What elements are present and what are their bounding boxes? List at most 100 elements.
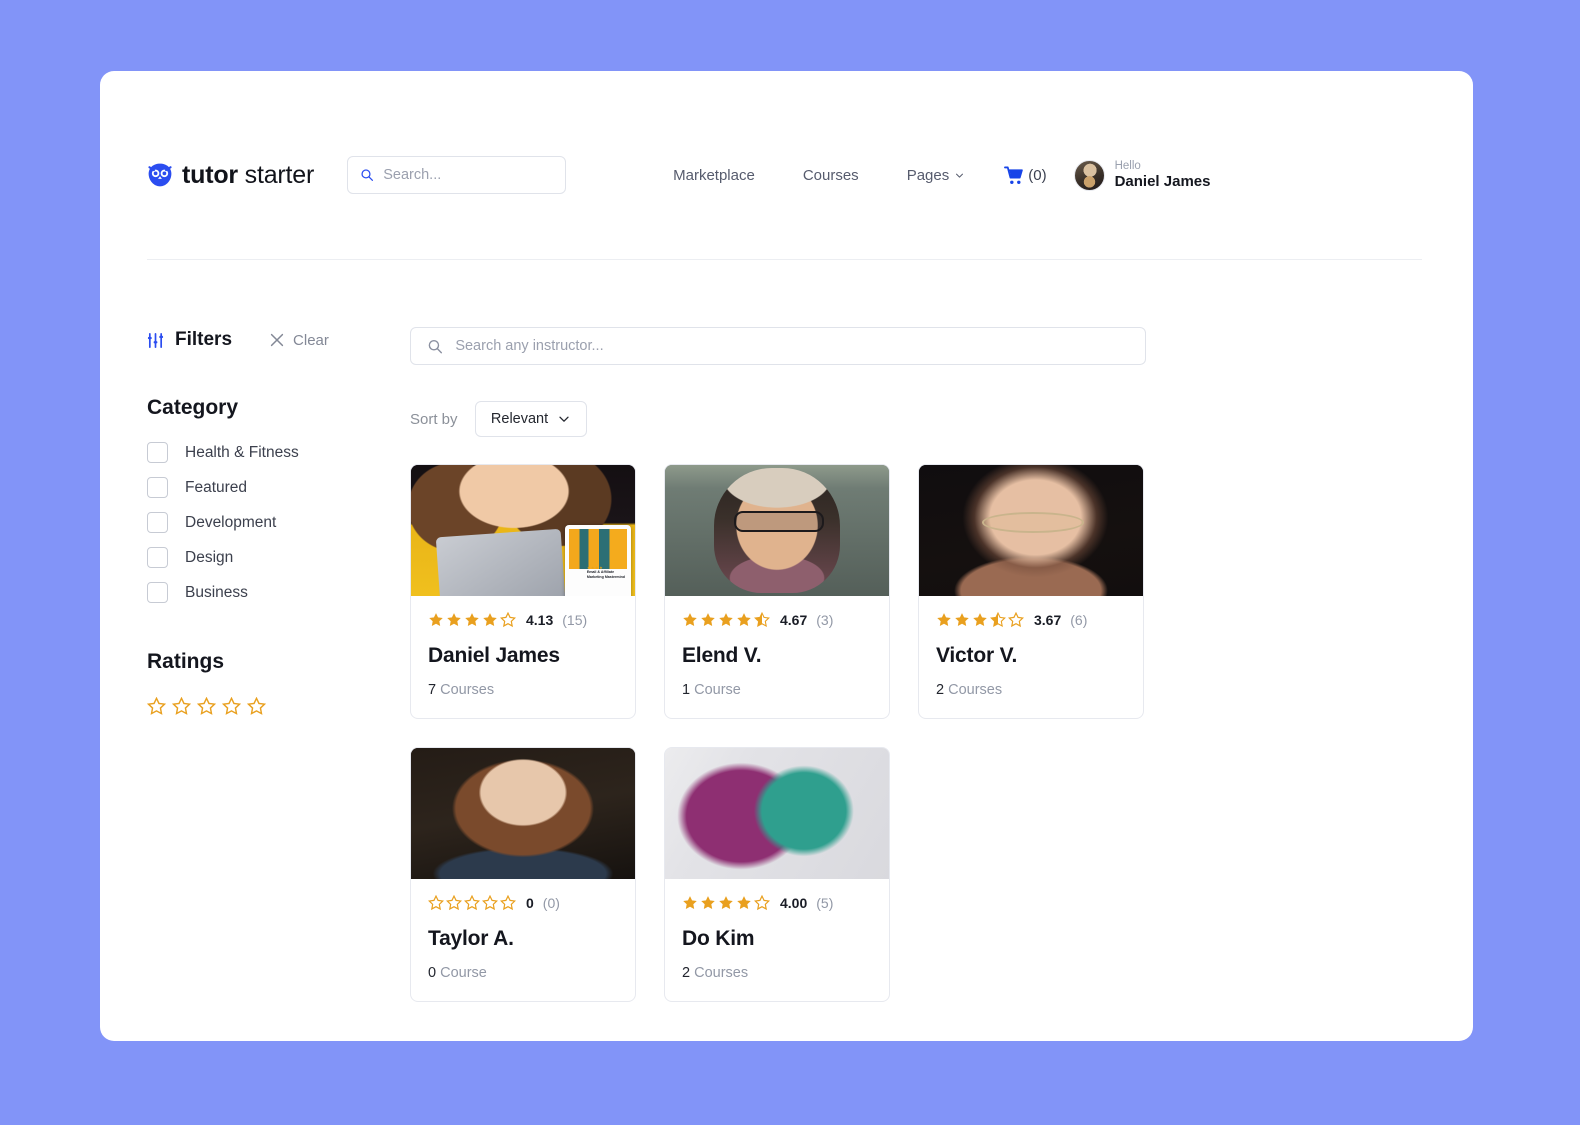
instructor-photo	[411, 748, 635, 879]
brand-name: tutor starter	[182, 161, 314, 190]
star-filled-icon	[719, 896, 733, 909]
instructor-card[interactable]: ★★★★ Email & Affiliate Marketing Mastermin…	[410, 464, 636, 719]
instructor-card[interactable]: 4.67 (3) Elend V. 1 Course	[664, 464, 890, 719]
instructor-card[interactable]: 0 (0) Taylor A. 0 Course	[410, 747, 636, 1002]
badge-line-2: Marketing Mastermind	[586, 574, 625, 579]
star-outline-icon	[428, 895, 444, 911]
instructor-card-body: 3.67 (6) Victor V. 2 Courses	[919, 596, 1143, 718]
rating-value: 0	[526, 895, 534, 911]
category-item-design[interactable]: Design	[147, 547, 402, 568]
star-filled-icon	[683, 613, 697, 626]
course-badge-text: ★★★★ Email & Affiliate Marketing Mastermin…	[587, 565, 625, 581]
brand-name-bold: tutor	[182, 160, 238, 189]
instructor-card-grid: ★★★★ Email & Affiliate Marketing Mastermin…	[410, 464, 1427, 1002]
instructor-card-body: 0 (0) Taylor A. 0 Course	[411, 879, 635, 1001]
nav-item-courses[interactable]: Courses	[803, 167, 859, 184]
category-label: Development	[185, 513, 277, 531]
instructor-rating: 4.00 (5)	[682, 895, 872, 911]
star-outline-icon	[482, 895, 498, 911]
star-outline-icon	[147, 697, 166, 715]
ratings-section-title: Ratings	[147, 650, 225, 673]
rating-value: 4.00	[780, 895, 808, 911]
header-search-input[interactable]	[383, 167, 554, 183]
star-outline-icon	[197, 697, 216, 715]
user-menu[interactable]: Hello Daniel James	[1073, 159, 1211, 191]
star-filled-icon	[701, 613, 715, 626]
star-filled-icon	[447, 613, 461, 626]
sort-dropdown[interactable]: Relevant	[474, 401, 587, 437]
checkbox-business[interactable]	[147, 582, 168, 603]
user-name-label: Daniel James	[1114, 172, 1211, 190]
rating-stars	[682, 895, 770, 911]
sliders-icon	[147, 332, 164, 348]
category-label: Featured	[185, 478, 248, 496]
star-outline-icon	[500, 895, 516, 911]
header-search-box[interactable]	[347, 156, 567, 194]
category-item-health-fitness[interactable]: Health & Fitness	[147, 442, 402, 463]
instructor-name[interactable]: Taylor A.	[428, 927, 618, 951]
ratings-filter-stars[interactable]	[147, 697, 402, 716]
avatar	[1073, 159, 1105, 191]
category-section-title: Category	[147, 396, 239, 419]
clear-filters-button[interactable]: Clear	[270, 332, 329, 349]
nav-label-pages: Pages	[906, 166, 950, 184]
cart-button[interactable]: (0)	[1004, 166, 1047, 185]
rating-count: (3)	[816, 612, 834, 628]
instructor-photo: ★★★★ Email & Affiliate Marketing Mastermin…	[411, 465, 635, 596]
star-filled-icon	[483, 613, 497, 626]
rating-value: 4.67	[780, 612, 808, 628]
category-item-development[interactable]: Development	[147, 512, 402, 533]
checkbox-development[interactable]	[147, 512, 168, 533]
star-outline-icon	[247, 697, 266, 715]
instructor-rating: 4.13 (15)	[428, 612, 618, 628]
greeting-label: Hello	[1114, 159, 1141, 172]
brand-logo[interactable]: tutor starter	[147, 161, 314, 190]
category-item-featured[interactable]: Featured	[147, 477, 402, 498]
search-icon	[361, 169, 374, 181]
owl-icon	[148, 163, 172, 187]
instructor-search-input[interactable]	[455, 338, 1129, 354]
category-item-business[interactable]: Business	[147, 582, 402, 603]
category-filter-list: Health & Fitness Featured Development De…	[147, 442, 402, 603]
star-outline-icon	[172, 697, 191, 715]
instructor-rating: 4.67 (3)	[682, 612, 872, 628]
rating-stars	[428, 895, 516, 911]
star-outline-icon	[500, 612, 516, 628]
site-header: tutor starter Marketplace Courses Pag	[147, 120, 1422, 260]
star-filled-icon	[719, 613, 733, 626]
instructor-photo	[919, 465, 1143, 596]
chevron-down-icon	[956, 173, 964, 178]
nav-item-marketplace[interactable]: Marketplace	[673, 167, 755, 184]
checkbox-featured[interactable]	[147, 477, 168, 498]
star-filled-icon	[737, 613, 751, 626]
rating-stars	[428, 612, 516, 628]
star-filled-icon	[955, 613, 969, 626]
category-label: Health & Fitness	[185, 443, 299, 461]
instructor-name[interactable]: Elend V.	[682, 644, 872, 668]
star-filled-icon	[465, 613, 479, 626]
sort-selected-value: Relevant	[490, 411, 549, 427]
instructor-name[interactable]: Do Kim	[682, 927, 872, 951]
instructor-course-count: 2 Courses	[936, 682, 1003, 698]
star-outline-icon	[1008, 612, 1024, 628]
nav-label-marketplace: Marketplace	[673, 166, 755, 184]
sort-controls: Sort by Relevant	[410, 401, 1427, 437]
instructor-card[interactable]: 3.67 (6) Victor V. 2 Courses	[918, 464, 1144, 719]
instructor-course-count: 7 Courses	[428, 682, 495, 698]
instructor-course-count: 1 Course	[682, 682, 741, 698]
nav-item-pages[interactable]: Pages	[907, 167, 965, 184]
star-outline-icon	[222, 697, 241, 715]
category-label: Design	[185, 548, 234, 566]
instructor-name[interactable]: Victor V.	[936, 644, 1126, 668]
nav-label-courses: Courses	[802, 166, 859, 184]
rating-count: (5)	[816, 895, 834, 911]
instructor-search-box[interactable]	[410, 327, 1146, 365]
star-outline-icon	[464, 895, 480, 911]
checkbox-health-fitness[interactable]	[147, 442, 168, 463]
instructor-name[interactable]: Daniel James	[428, 644, 618, 668]
instructor-card[interactable]: 4.00 (5) Do Kim 2 Courses	[664, 747, 890, 1002]
clear-label: Clear	[293, 331, 329, 349]
checkbox-design[interactable]	[147, 547, 168, 568]
shopping-cart-icon	[1004, 166, 1024, 184]
instructor-card-body: 4.00 (5) Do Kim 2 Courses	[665, 879, 889, 1001]
